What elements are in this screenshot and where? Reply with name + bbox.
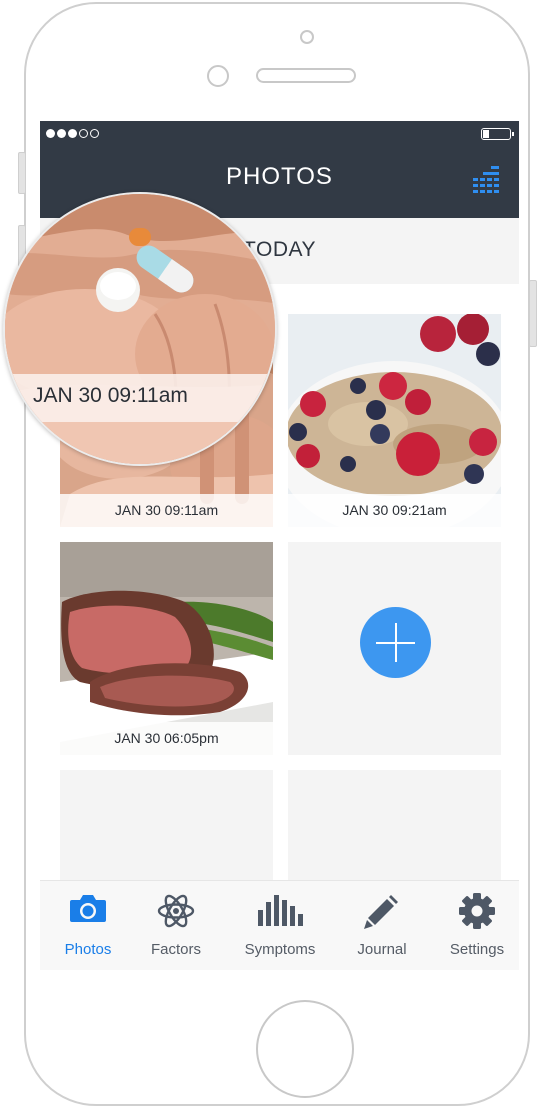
tab-journal[interactable]: Journal	[334, 881, 430, 970]
signal-strength	[46, 129, 99, 138]
tab-label: Journal	[357, 941, 407, 958]
battery-icon	[481, 128, 514, 140]
magnifier-overlay: JAN 30 09:11am	[3, 192, 277, 466]
proximity-sensor	[207, 65, 229, 87]
tab-label: Symptoms	[244, 941, 316, 958]
front-camera	[300, 30, 314, 44]
page-title: PHOTOS	[226, 163, 333, 190]
photo-timestamp: JAN 30 06:05pm	[60, 722, 273, 755]
photo-timestamp: JAN 30 09:21am	[288, 494, 501, 527]
tab-settings[interactable]: Settings	[429, 881, 519, 970]
photo-tile[interactable]: JAN 30 09:21am	[288, 314, 501, 527]
add-photo-tile[interactable]	[288, 542, 501, 755]
signal-dot	[46, 129, 55, 138]
pills-zoom-photo	[5, 194, 275, 464]
tab-symptoms[interactable]: Symptoms	[232, 881, 328, 970]
magnified-timestamp: JAN 30 09:11am	[33, 384, 188, 407]
tab-label: Photos	[64, 941, 112, 958]
plus-icon[interactable]	[360, 607, 431, 678]
tab-photos[interactable]: Photos	[40, 881, 136, 970]
pencil-icon	[364, 895, 398, 929]
signal-dot	[79, 129, 88, 138]
atom-icon	[157, 894, 195, 928]
mute-switch	[18, 152, 26, 194]
tab-factors[interactable]: Factors	[128, 881, 224, 970]
status-bar	[40, 121, 519, 149]
signal-dot	[68, 129, 77, 138]
signal-dot	[57, 129, 66, 138]
power-button	[529, 280, 537, 347]
tab-label: Settings	[449, 941, 505, 958]
home-button[interactable]	[256, 1000, 354, 1098]
signal-dot	[90, 129, 99, 138]
bars-icon	[258, 895, 303, 926]
photo-timestamp: JAN 30 09:11am	[60, 494, 273, 527]
photo-tile[interactable]: JAN 30 06:05pm	[60, 542, 273, 755]
earpiece-speaker	[256, 68, 356, 83]
tab-bar: Photos Factors Symptoms Journal Settings	[40, 880, 519, 970]
camera-icon	[70, 895, 106, 922]
tab-label: Factors	[150, 941, 201, 958]
magnifier-caption: JAN 30 09:11am	[5, 374, 275, 422]
menu-lines-icon[interactable]	[471, 166, 501, 198]
gear-icon	[459, 893, 495, 929]
